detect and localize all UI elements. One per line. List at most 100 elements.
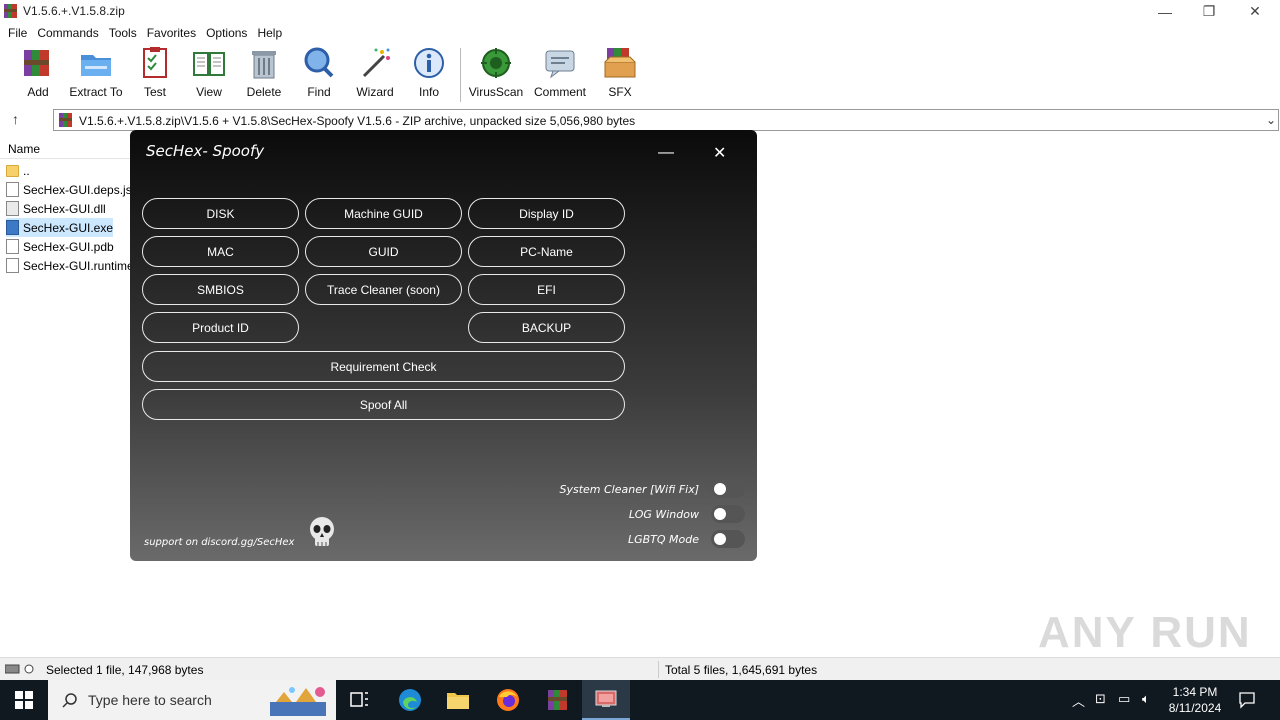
archive-icon: [59, 113, 72, 127]
extract-to-button[interactable]: Extract To: [66, 46, 126, 99]
task-view-icon: [350, 692, 368, 707]
efi-button[interactable]: EFI: [468, 274, 625, 305]
log-window-toggle[interactable]: [711, 505, 745, 523]
taskbar-clock[interactable]: 1:34 PM 8/11/2024: [1160, 684, 1230, 716]
toolbar: Add Extract To Test View Delete Find Wiz…: [0, 44, 1280, 106]
file-icon: [6, 239, 19, 254]
virusscan-button[interactable]: VirusScan: [466, 46, 526, 99]
add-archive-icon: [21, 46, 55, 80]
spoof-all-button[interactable]: Spoof All: [142, 389, 625, 420]
arrow-up-icon: ↑: [12, 111, 19, 127]
menu-help[interactable]: Help: [252, 26, 287, 40]
restore-icon: ❐: [1202, 3, 1216, 19]
display-id-button[interactable]: Display ID: [468, 198, 625, 229]
volume-icon[interactable]: 🔈︎: [1142, 691, 1150, 707]
sechex-taskbar-button[interactable]: [582, 680, 630, 720]
lgbtq-mode-toggle[interactable]: [711, 530, 745, 548]
winrar-taskbar-button[interactable]: [534, 680, 582, 720]
edge-icon: [399, 689, 421, 711]
dll-file-icon: [6, 201, 19, 216]
log-window-row: LOG Window: [629, 505, 745, 523]
toolbar-separator: [460, 48, 461, 102]
backup-button[interactable]: BACKUP: [468, 312, 625, 343]
menu-favorites[interactable]: Favorites: [142, 26, 201, 40]
add-button[interactable]: Add: [8, 46, 68, 99]
edge-taskbar-button[interactable]: [386, 680, 434, 720]
menu-file[interactable]: File: [3, 26, 32, 40]
minimize-button[interactable]: —: [1142, 0, 1188, 23]
search-icon: [62, 693, 77, 708]
minimize-icon: —: [1158, 3, 1172, 20]
search-placeholder: Type here to search: [88, 692, 212, 708]
info-icon: [412, 46, 446, 80]
sechex-title: SecHex- Spoofy: [146, 142, 265, 160]
mac-button[interactable]: MAC: [142, 236, 299, 267]
magnifier-icon: [302, 46, 336, 80]
find-button[interactable]: Find: [289, 46, 349, 99]
view-button[interactable]: View: [179, 46, 239, 99]
address-bar[interactable]: V1.5.6.+.V1.5.8.zip\V1.5.6 + V1.5.8\SecH…: [53, 109, 1279, 131]
sechex-minimize-button[interactable]: —: [658, 144, 674, 162]
machine-guid-button[interactable]: Machine GUID: [305, 198, 462, 229]
guid-button[interactable]: GUID: [305, 236, 462, 267]
up-folder-button[interactable]: ↑: [12, 111, 32, 129]
file-icon: [6, 258, 19, 273]
log-window-label: LOG Window: [628, 507, 699, 521]
extract-folder-icon: [79, 46, 113, 80]
start-button[interactable]: [0, 680, 48, 720]
disk-button[interactable]: DISK: [142, 198, 299, 229]
lgbtq-mode-row: LGBTQ Mode: [628, 530, 745, 548]
sechex-close-button[interactable]: ✕: [713, 143, 726, 163]
firefox-taskbar-button[interactable]: [484, 680, 532, 720]
folder-icon: [447, 693, 469, 709]
close-button[interactable]: ✕: [1232, 0, 1278, 23]
menu-tools[interactable]: Tools: [104, 26, 142, 40]
menu-commands[interactable]: Commands: [32, 26, 103, 40]
search-highlight-illustration: [270, 687, 326, 716]
comment-button[interactable]: Comment: [530, 46, 590, 99]
support-link[interactable]: support on discord.gg/SecHex: [144, 537, 294, 548]
status-total: Total 5 files, 1,645,691 bytes: [665, 663, 818, 677]
list-item[interactable]: SecHex-GUI.dll: [6, 199, 106, 218]
delete-button[interactable]: Delete: [234, 46, 294, 99]
virusscan-label: VirusScan: [468, 85, 524, 99]
network-icon[interactable]: ▭: [1118, 691, 1130, 707]
status-bar: Selected 1 file, 147,968 bytes Total 5 f…: [0, 657, 1280, 680]
file-explorer-taskbar-button[interactable]: [434, 680, 482, 720]
system-cleaner-row: System Cleaner [Wifi Fix]: [559, 480, 745, 498]
maximize-button[interactable]: ❐: [1186, 0, 1232, 23]
list-item[interactable]: SecHex-GUI.deps.json: [6, 180, 145, 199]
pc-name-button[interactable]: PC-Name: [468, 236, 625, 267]
test-button[interactable]: Test: [125, 46, 185, 99]
comment-label: Comment: [533, 85, 586, 99]
sfx-button[interactable]: SFX: [590, 46, 650, 99]
menu-options[interactable]: Options: [201, 26, 252, 40]
product-id-button[interactable]: Product ID: [142, 312, 299, 343]
find-label: Find: [307, 85, 331, 99]
sfx-box-icon: [603, 46, 637, 80]
meet-now-icon[interactable]: ⊡: [1095, 691, 1106, 707]
show-hidden-icons-button[interactable]: ︿: [1072, 691, 1085, 710]
trace-cleaner-button[interactable]: Trace Cleaner (soon): [305, 274, 462, 305]
windows-logo-icon: [15, 691, 33, 709]
drive-icon: [5, 664, 34, 674]
chevron-down-icon[interactable]: ⌄: [1266, 113, 1276, 127]
info-button[interactable]: Info: [399, 46, 459, 99]
add-label: Add: [27, 85, 49, 99]
list-item[interactable]: SecHex-GUI.exe: [6, 218, 114, 237]
list-item[interactable]: SecHex-GUI.pdb: [6, 237, 114, 256]
requirement-check-button[interactable]: Requirement Check: [142, 351, 625, 382]
status-selected: Selected 1 file, 147,968 bytes: [46, 663, 204, 677]
taskbar: Type here to search ︿ ⊡ ▭ 🔈︎ 1:34 PM 8/1…: [0, 680, 1280, 720]
taskbar-search-box[interactable]: Type here to search: [48, 680, 336, 720]
notifications-icon[interactable]: [1238, 691, 1256, 709]
task-view-button[interactable]: [336, 680, 384, 720]
anyrun-watermark: ANY RUN: [1038, 608, 1252, 657]
wizard-button[interactable]: Wizard: [345, 46, 405, 99]
smbios-button[interactable]: SMBIOS: [142, 274, 299, 305]
list-item[interactable]: ..: [6, 161, 30, 180]
comment-icon: [543, 46, 577, 80]
system-cleaner-toggle[interactable]: [711, 480, 745, 498]
test-label: Test: [143, 85, 166, 99]
virus-icon: [479, 46, 513, 80]
